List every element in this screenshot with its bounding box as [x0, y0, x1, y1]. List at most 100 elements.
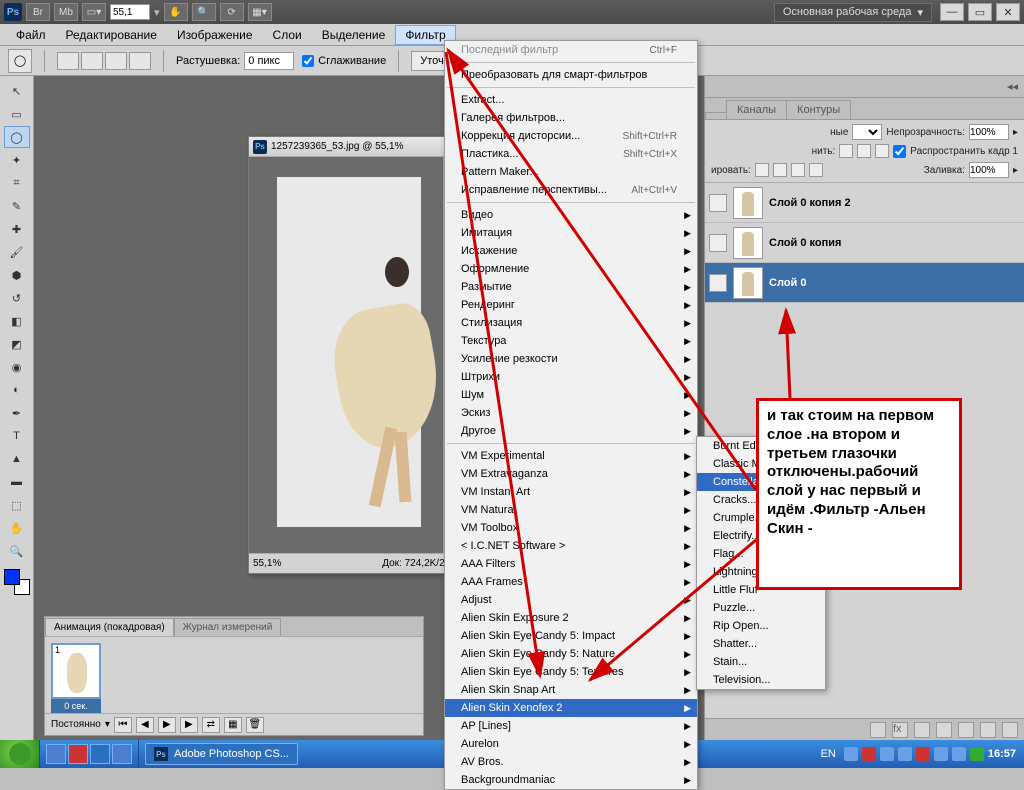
lock-move-icon[interactable] [791, 163, 805, 177]
menu-item[interactable]: Исправление перспективы...Alt+Ctrl+V [445, 181, 697, 199]
canvas-area[interactable] [249, 157, 443, 553]
menu-item[interactable]: Оформление▶ [445, 260, 697, 278]
menu-item[interactable]: Aurelon▶ [445, 735, 697, 753]
menu-item[interactable]: Рендеринг▶ [445, 296, 697, 314]
menu-layers[interactable]: Слои [263, 25, 312, 45]
healing-tool-icon[interactable]: ✚ [4, 218, 30, 240]
menu-item[interactable]: Текстура▶ [445, 332, 697, 350]
arrange-docs-icon[interactable]: ▦▾ [248, 3, 272, 21]
menu-item[interactable]: Alien Skin Eye Candy 5: Impact▶ [445, 627, 697, 645]
bridge-button[interactable]: Br [26, 3, 50, 21]
ql-desktop-icon[interactable] [112, 744, 132, 764]
marquee-tool-icon[interactable]: ▭ [4, 103, 30, 125]
menu-item[interactable]: Шум▶ [445, 386, 697, 404]
antialias-checkbox[interactable]: Сглаживание [302, 55, 386, 67]
new-frame-button[interactable]: ▦ [224, 717, 242, 733]
workspace-switcher[interactable]: Основная рабочая среда ▾ [774, 3, 932, 22]
taskbar-clock[interactable]: 16:57 [988, 748, 1016, 760]
tab-channels[interactable]: Каналы [726, 100, 787, 119]
opacity-input[interactable] [969, 124, 1009, 140]
dodge-tool-icon[interactable]: ◐ [4, 379, 30, 401]
selection-add[interactable] [81, 52, 103, 70]
language-indicator[interactable]: EN [817, 748, 840, 760]
stamp-tool-icon[interactable]: ⬢ [4, 264, 30, 286]
eraser-tool-icon[interactable]: ◧ [4, 310, 30, 332]
zoom-tool2-icon[interactable]: 🔍 [4, 540, 30, 562]
tray-icon[interactable] [952, 747, 966, 761]
visibility-toggle[interactable] [709, 274, 727, 292]
shape-tool-icon[interactable]: ▬ [4, 471, 30, 493]
lock-all-icon[interactable] [809, 163, 823, 177]
menu-recent-filter[interactable]: Последний фильтрCtrl+F [445, 41, 697, 59]
selection-new[interactable] [57, 52, 79, 70]
mask-icon[interactable] [914, 722, 930, 738]
menu-item[interactable]: AAA Frames▶ [445, 573, 697, 591]
menu-item[interactable]: AP [Lines]▶ [445, 717, 697, 735]
tab-paths[interactable]: Контуры [786, 100, 851, 119]
menu-item[interactable]: Extract... [445, 91, 697, 109]
blur-tool-icon[interactable]: ◉ [4, 356, 30, 378]
menu-item[interactable]: Галерея фильтров... [445, 109, 697, 127]
tray-icon[interactable] [970, 747, 984, 761]
visibility-toggle[interactable] [709, 194, 727, 212]
menu-item[interactable]: Штрихи▶ [445, 368, 697, 386]
layer-name[interactable]: Слой 0 копия [769, 237, 841, 249]
crop-tool-icon[interactable]: ⌗ [4, 172, 30, 194]
tray-icon[interactable] [898, 747, 912, 761]
next-frame-button[interactable]: ▶ [180, 717, 198, 733]
submenu-item[interactable]: Puzzle... [697, 599, 825, 617]
tab-animation[interactable]: Анимация (покадровая) [45, 618, 174, 636]
link-layers-icon[interactable] [870, 722, 886, 738]
tab-measurement-log[interactable]: Журнал измерений [174, 618, 282, 636]
zoom-input[interactable] [110, 4, 150, 20]
layer-thumbnail[interactable] [733, 267, 763, 299]
menu-item[interactable]: Эскиз▶ [445, 404, 697, 422]
path-select-icon[interactable]: ▲ [4, 448, 30, 470]
lock-paint-icon[interactable] [773, 163, 787, 177]
submenu-item[interactable]: Television... [697, 671, 825, 689]
menu-item[interactable]: Alien Skin Snap Art▶ [445, 681, 697, 699]
menu-item[interactable]: AAA Filters▶ [445, 555, 697, 573]
wand-tool-icon[interactable]: ✦ [4, 149, 30, 171]
menu-image[interactable]: Изображение [167, 25, 263, 45]
selection-sub[interactable] [105, 52, 127, 70]
history-brush-icon[interactable]: ↺ [4, 287, 30, 309]
tween-button[interactable]: ⇄ [202, 717, 220, 733]
minimize-button[interactable]: — [940, 3, 964, 21]
menu-item[interactable]: Adjust▶ [445, 591, 697, 609]
layer-row[interactable]: Слой 0 копия 2 [705, 183, 1024, 223]
submenu-item[interactable]: Shatter... [697, 635, 825, 653]
menu-item[interactable]: Pattern Maker... [445, 163, 697, 181]
menu-item[interactable]: VM Experimental▶ [445, 447, 697, 465]
menu-file[interactable]: Файл [6, 25, 56, 45]
new-layer-icon[interactable] [980, 722, 996, 738]
group-icon[interactable] [958, 722, 974, 738]
submenu-item[interactable]: Stain... [697, 653, 825, 671]
screenmode-button[interactable]: ▭▾ [82, 3, 106, 21]
menu-item[interactable]: VM Extravaganza▶ [445, 465, 697, 483]
hand-tool-icon[interactable]: ✋ [164, 3, 188, 21]
blend-mode-select[interactable] [852, 124, 882, 140]
panel-collapse-button[interactable]: ◂◂ [705, 76, 1024, 98]
menu-item[interactable]: < I.C.NET Software >▶ [445, 537, 697, 555]
menu-item[interactable]: Размытие▶ [445, 278, 697, 296]
layer-name[interactable]: Слой 0 копия 2 [769, 197, 851, 209]
menu-item[interactable]: Пластика...Shift+Ctrl+X [445, 145, 697, 163]
close-button[interactable]: ✕ [996, 3, 1020, 21]
submenu-item[interactable]: Rip Open... [697, 617, 825, 635]
menu-item[interactable]: Имитация▶ [445, 224, 697, 242]
tab-layers-hidden[interactable] [705, 112, 727, 119]
menu-item[interactable]: Видео▶ [445, 206, 697, 224]
menu-select[interactable]: Выделение [312, 25, 396, 45]
zoom-arrow[interactable]: ▾ [154, 6, 160, 19]
delete-frame-button[interactable]: 🗑 [246, 717, 264, 733]
layer-name[interactable]: Слой 0 [769, 277, 806, 289]
hand-tool2-icon[interactable]: ✋ [4, 517, 30, 539]
brush-tool-icon[interactable]: 🖌 [4, 241, 30, 263]
taskbar-item-photoshop[interactable]: Ps Adobe Photoshop CS... [145, 743, 298, 765]
start-button[interactable] [0, 740, 40, 768]
first-frame-button[interactable]: ⏮ [114, 717, 132, 733]
frame-delay[interactable]: 0 сек. [51, 699, 101, 713]
play-button[interactable]: ▶ [158, 717, 176, 733]
animation-frame[interactable]: 1 0 сек. [51, 643, 101, 713]
